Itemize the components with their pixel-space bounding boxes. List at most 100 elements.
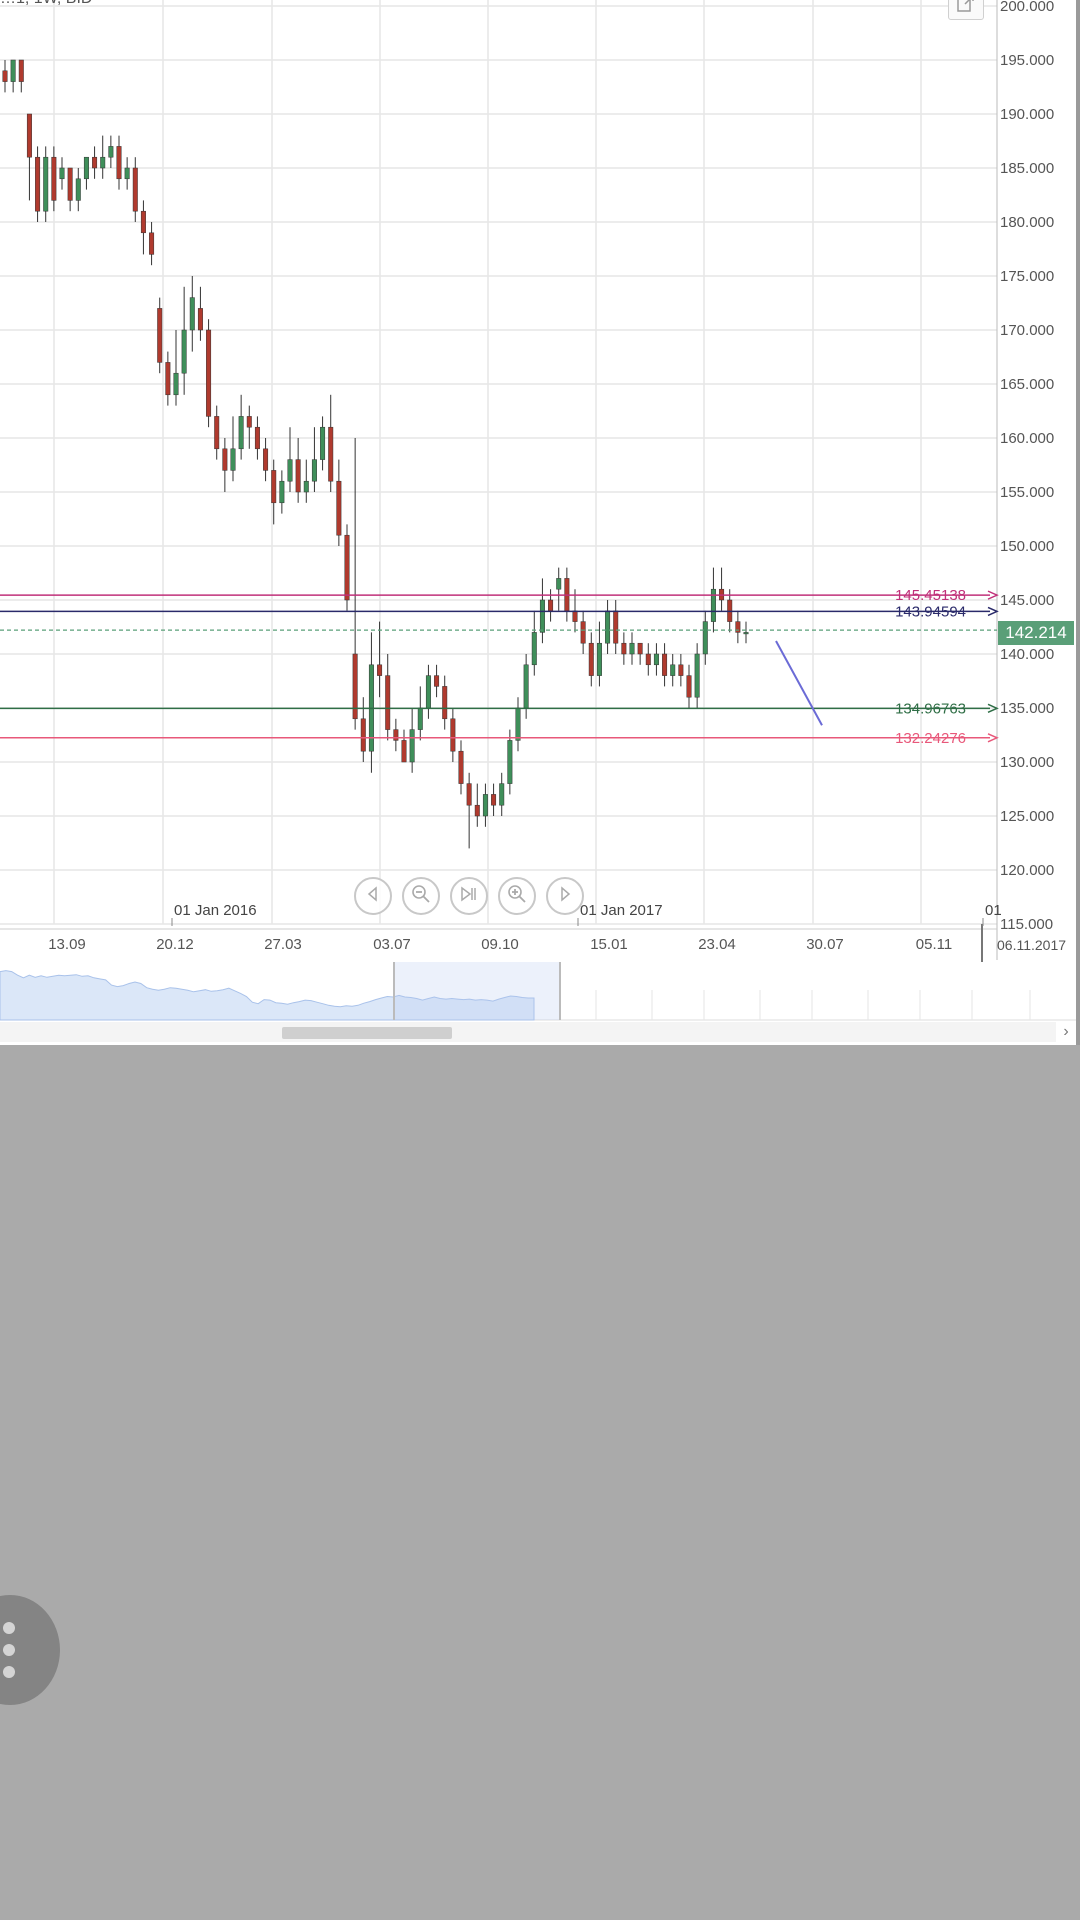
reset-button[interactable] xyxy=(450,877,488,915)
candle xyxy=(222,448,228,471)
candle xyxy=(35,156,41,212)
level-label: 134.96763 xyxy=(895,700,966,717)
candle xyxy=(173,372,179,396)
candle xyxy=(214,416,220,450)
expand-chart-button[interactable] xyxy=(948,0,984,20)
scrollbar-thumb[interactable] xyxy=(282,1027,452,1039)
y-tick-label: 165.000 xyxy=(1000,376,1054,393)
year-label: 01 xyxy=(985,902,1002,919)
chevron-right-icon: › xyxy=(1063,1023,1069,1040)
candle xyxy=(694,653,700,698)
candle xyxy=(51,156,57,201)
candle xyxy=(653,653,659,666)
candle xyxy=(588,642,594,676)
scroll-left-button[interactable] xyxy=(354,877,392,915)
chart-scrollbar[interactable] xyxy=(0,1022,1056,1042)
chart-panel[interactable]: 200.000 195.000 190.000 185.000 180.000 175.0… xyxy=(0,0,1076,1045)
y-tick-label: 130.000 xyxy=(1000,754,1054,771)
level-label: 143.94594 xyxy=(895,603,966,620)
x-current-date-label: 06.11.2017 xyxy=(997,937,1066,953)
level-label: 132.24276 xyxy=(895,730,966,747)
candle xyxy=(344,534,350,601)
candle xyxy=(572,610,578,622)
candle xyxy=(238,416,244,450)
candle xyxy=(385,675,391,730)
candle xyxy=(548,599,554,612)
floating-menu-button[interactable] xyxy=(0,1595,60,1705)
candle xyxy=(140,210,146,234)
year-label: 01 Jan 2016 xyxy=(174,902,257,919)
candlestick-chart[interactable]: 200.000 195.000 190.000 185.000 180.000 175.0… xyxy=(0,0,1076,1045)
candle xyxy=(678,664,684,676)
y-tick-label: 145.000 xyxy=(1000,592,1054,609)
x-tick-label: 23.04 xyxy=(698,936,736,953)
candle xyxy=(662,653,668,676)
candle xyxy=(556,578,562,590)
candle xyxy=(621,642,627,655)
candle xyxy=(613,610,619,644)
y-tick-label: 160.000 xyxy=(1000,430,1054,447)
candle xyxy=(743,632,749,635)
candle xyxy=(271,470,277,504)
candle xyxy=(466,783,472,806)
candle xyxy=(295,459,301,493)
candle xyxy=(287,459,293,482)
y-tick-label: 140.000 xyxy=(1000,646,1054,663)
triangle-left-icon xyxy=(365,885,381,907)
triangle-right-icon xyxy=(557,885,573,907)
x-tick-label: 13.09 xyxy=(48,936,86,953)
y-tick-label: 150.000 xyxy=(1000,538,1054,555)
candle xyxy=(605,610,611,644)
scroll-right-button[interactable] xyxy=(546,877,584,915)
candle xyxy=(18,59,24,82)
candle xyxy=(197,308,203,331)
x-tick-label: 09.10 xyxy=(481,936,519,953)
x-tick-label: 05.11 xyxy=(916,936,952,953)
candle xyxy=(157,308,163,363)
y-tick-label: 195.000 xyxy=(1000,52,1054,69)
candle xyxy=(116,146,122,180)
candle xyxy=(43,156,49,212)
candle xyxy=(67,167,73,201)
zoom-in-button[interactable] xyxy=(498,877,536,915)
candle xyxy=(360,718,366,752)
candle xyxy=(100,156,106,169)
candle xyxy=(491,794,497,806)
zoom-out-button[interactable] xyxy=(402,877,440,915)
magnifier-minus-icon xyxy=(411,884,431,909)
candle xyxy=(580,621,586,644)
x-tick-label: 15.01 xyxy=(590,936,628,953)
candle xyxy=(206,329,212,417)
candle xyxy=(425,675,431,709)
candle xyxy=(735,621,741,633)
candle xyxy=(515,707,521,741)
candle xyxy=(149,232,155,255)
current-price-badge: 142.214 xyxy=(998,621,1074,645)
candle xyxy=(83,156,89,180)
candle xyxy=(710,588,716,622)
scrollbar-right-arrow[interactable]: › xyxy=(1056,1022,1076,1042)
x-tick-label: 03.07 xyxy=(373,936,411,953)
candle xyxy=(181,329,187,374)
x-tick-label: 20.12 xyxy=(156,936,194,953)
candle xyxy=(393,729,399,741)
candle xyxy=(246,416,252,428)
candle xyxy=(450,718,456,752)
skip-to-end-icon xyxy=(460,886,478,907)
y-tick-label: 185.000 xyxy=(1000,160,1054,177)
navigator-selection xyxy=(394,962,560,1020)
candle xyxy=(523,664,529,709)
candle xyxy=(458,750,464,784)
candle xyxy=(629,642,635,655)
candle xyxy=(401,740,407,763)
candle xyxy=(670,664,676,676)
candle xyxy=(499,783,505,806)
y-tick-label: 180.000 xyxy=(1000,214,1054,231)
candle xyxy=(230,448,236,471)
y-tick-label: 115.000 xyxy=(1000,916,1053,933)
y-tick-label: 155.000 xyxy=(1000,484,1054,501)
candle xyxy=(165,362,171,396)
candle xyxy=(409,729,415,763)
magnifier-plus-icon xyxy=(507,884,527,909)
panel-border xyxy=(1076,0,1080,1045)
